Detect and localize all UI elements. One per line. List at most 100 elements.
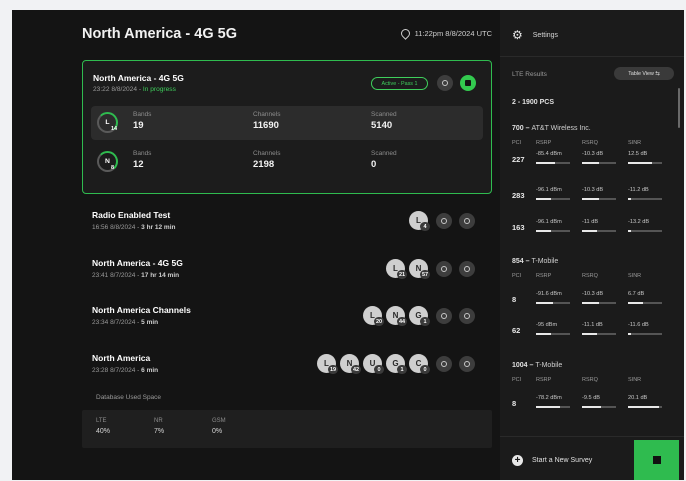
- sinr-bar: [628, 333, 662, 335]
- scanned-col: Scanned 5140: [371, 111, 397, 131]
- sinr-value: 6.7 dB: [628, 291, 645, 297]
- options-button[interactable]: [459, 308, 475, 324]
- sinr-bar: [628, 302, 662, 304]
- divider: [500, 56, 684, 57]
- active-survey-title: North America - 4G 5G: [93, 73, 184, 83]
- rsrq-value: -10.3 dB: [582, 291, 604, 297]
- sidebar-scrollbar[interactable]: [678, 88, 680, 128]
- settings-label: Settings: [532, 31, 559, 39]
- column-header: RSRQ: [582, 377, 598, 383]
- pci-value: 62: [512, 326, 521, 335]
- rsrq-bar: [582, 198, 616, 200]
- column-header: PCI: [512, 377, 522, 383]
- info-icon: [441, 361, 447, 367]
- rsrq-value: -11.1 dB: [582, 322, 603, 328]
- lte-progress-ring: L 14: [97, 112, 118, 133]
- options-button[interactable]: [459, 213, 475, 229]
- column-header: SINR: [628, 273, 642, 279]
- pci-value: 8: [512, 295, 517, 304]
- column-header: RSRP: [536, 273, 552, 279]
- tech-badge: G1: [409, 306, 430, 326]
- info-icon: [441, 266, 447, 272]
- plus-icon: +: [512, 455, 523, 466]
- rsrp-value: -85.4 dBm: [536, 151, 562, 157]
- survey-subtitle: 23:34 8/7/2024 - 5 min: [92, 319, 159, 326]
- stop-icon: [652, 456, 661, 464]
- column-header: SINR: [628, 140, 642, 146]
- app-frame: North America - 4G 5G 11:22pm 8/8/2024 U…: [12, 10, 684, 480]
- survey-subtitle: 23:41 8/7/2024 - 17 hr 14 min: [92, 272, 180, 279]
- survey-title: North America Channels: [92, 305, 191, 315]
- info-icon: [441, 313, 447, 319]
- table-view-toggle[interactable]: Table View ⇆: [614, 67, 674, 80]
- rsrp-bar: [536, 230, 570, 232]
- db-lte: LTE 40%: [96, 418, 111, 435]
- column-header: PCI: [512, 273, 522, 279]
- column-header: RSRP: [536, 140, 552, 146]
- start-survey-button[interactable]: + Start a New Survey: [512, 455, 592, 466]
- stop-all-button[interactable]: [634, 440, 679, 480]
- active-survey-card[interactable]: North America - 4G 5G 23:22 8/8/2024 - I…: [82, 60, 492, 194]
- nr-progress-ring: N8: [97, 151, 118, 172]
- band-title: 2 - 1900 PCS: [512, 99, 555, 106]
- column-header: RSRQ: [582, 140, 598, 146]
- survey-item[interactable]: North America - 4G 5G 23:41 8/7/2024 - 1…: [82, 253, 492, 293]
- pass-badge: Active - Pass 1: [371, 77, 428, 90]
- options-button[interactable]: [459, 261, 475, 277]
- tech-badge: N 57: [409, 259, 430, 279]
- rsrq-bar: [582, 230, 616, 232]
- tech-badge: L4: [409, 211, 430, 231]
- sinr-bar: [628, 198, 662, 200]
- rsrq-bar: [582, 406, 616, 408]
- circle-icon: [464, 313, 470, 319]
- database-label: Database Used Space: [96, 394, 162, 401]
- settings-button[interactable]: ⚙ Settings: [512, 28, 558, 42]
- survey-title: North America - 4G 5G: [92, 258, 183, 268]
- rsrp-value: -95 dBm: [536, 322, 558, 328]
- time-label: 11:22pm 8/8/2024 UTC: [414, 29, 492, 38]
- survey-subtitle: 23:28 8/7/2024 - 6 min: [92, 367, 159, 374]
- info-button[interactable]: [436, 356, 452, 372]
- options-button[interactable]: [459, 356, 475, 372]
- rsrp-bar: [536, 333, 570, 335]
- tech-badge: N 42: [340, 354, 361, 374]
- location-pin-icon: [398, 27, 412, 40]
- info-button[interactable]: [436, 213, 452, 229]
- info-button[interactable]: [436, 308, 452, 324]
- rsrp-bar: [536, 302, 570, 304]
- pci-value: 283: [512, 191, 525, 200]
- circle-icon: [464, 266, 470, 272]
- survey-item[interactable]: North America Channels 23:34 8/7/2024 - …: [82, 300, 492, 340]
- rsrq-value: -10.3 dB: [582, 187, 604, 193]
- rsrp-bar: [536, 406, 570, 408]
- rsrq-value: -9.5 dB: [582, 395, 601, 401]
- bands-col: Bands 12: [133, 150, 152, 170]
- gear-icon: ⚙: [512, 28, 523, 42]
- column-header: RSRQ: [582, 273, 598, 279]
- tech-badge: L 19: [317, 354, 338, 374]
- survey-item[interactable]: Radio Enabled Test 16:56 8/8/2024 - 3 hr…: [82, 205, 492, 245]
- tech-badge: G1: [386, 354, 407, 374]
- survey-item[interactable]: North America 23:28 8/7/2024 - 6 min L 19 N…: [82, 348, 492, 388]
- tech-badge: L 21: [386, 259, 407, 279]
- active-survey-status: In progress: [142, 86, 176, 93]
- info-button[interactable]: [436, 261, 452, 277]
- sinr-value: -11.6 dB: [628, 322, 649, 328]
- info-button[interactable]: [437, 75, 453, 91]
- column-header: SINR: [628, 377, 642, 383]
- info-icon: [441, 218, 447, 224]
- divider: [500, 436, 684, 437]
- sinr-value: -11.2 dB: [628, 187, 649, 193]
- tech-badge: N 44: [386, 306, 407, 326]
- active-survey-subtitle: 23:22 8/8/2024 - In progress: [93, 86, 176, 93]
- pci-value: 163: [512, 223, 525, 232]
- rsrp-value: -78.2 dBm: [536, 395, 562, 401]
- stop-survey-button[interactable]: [460, 75, 476, 91]
- sinr-bar: [628, 230, 662, 232]
- sinr-bar: [628, 162, 662, 164]
- rsrp-value: -96.1 dBm: [536, 187, 562, 193]
- active-survey-date: 23:22 8/8/2024 -: [93, 86, 142, 93]
- rsrq-bar: [582, 302, 616, 304]
- start-survey-label: Start a New Survey: [532, 457, 593, 464]
- column-header: PCI: [512, 140, 522, 146]
